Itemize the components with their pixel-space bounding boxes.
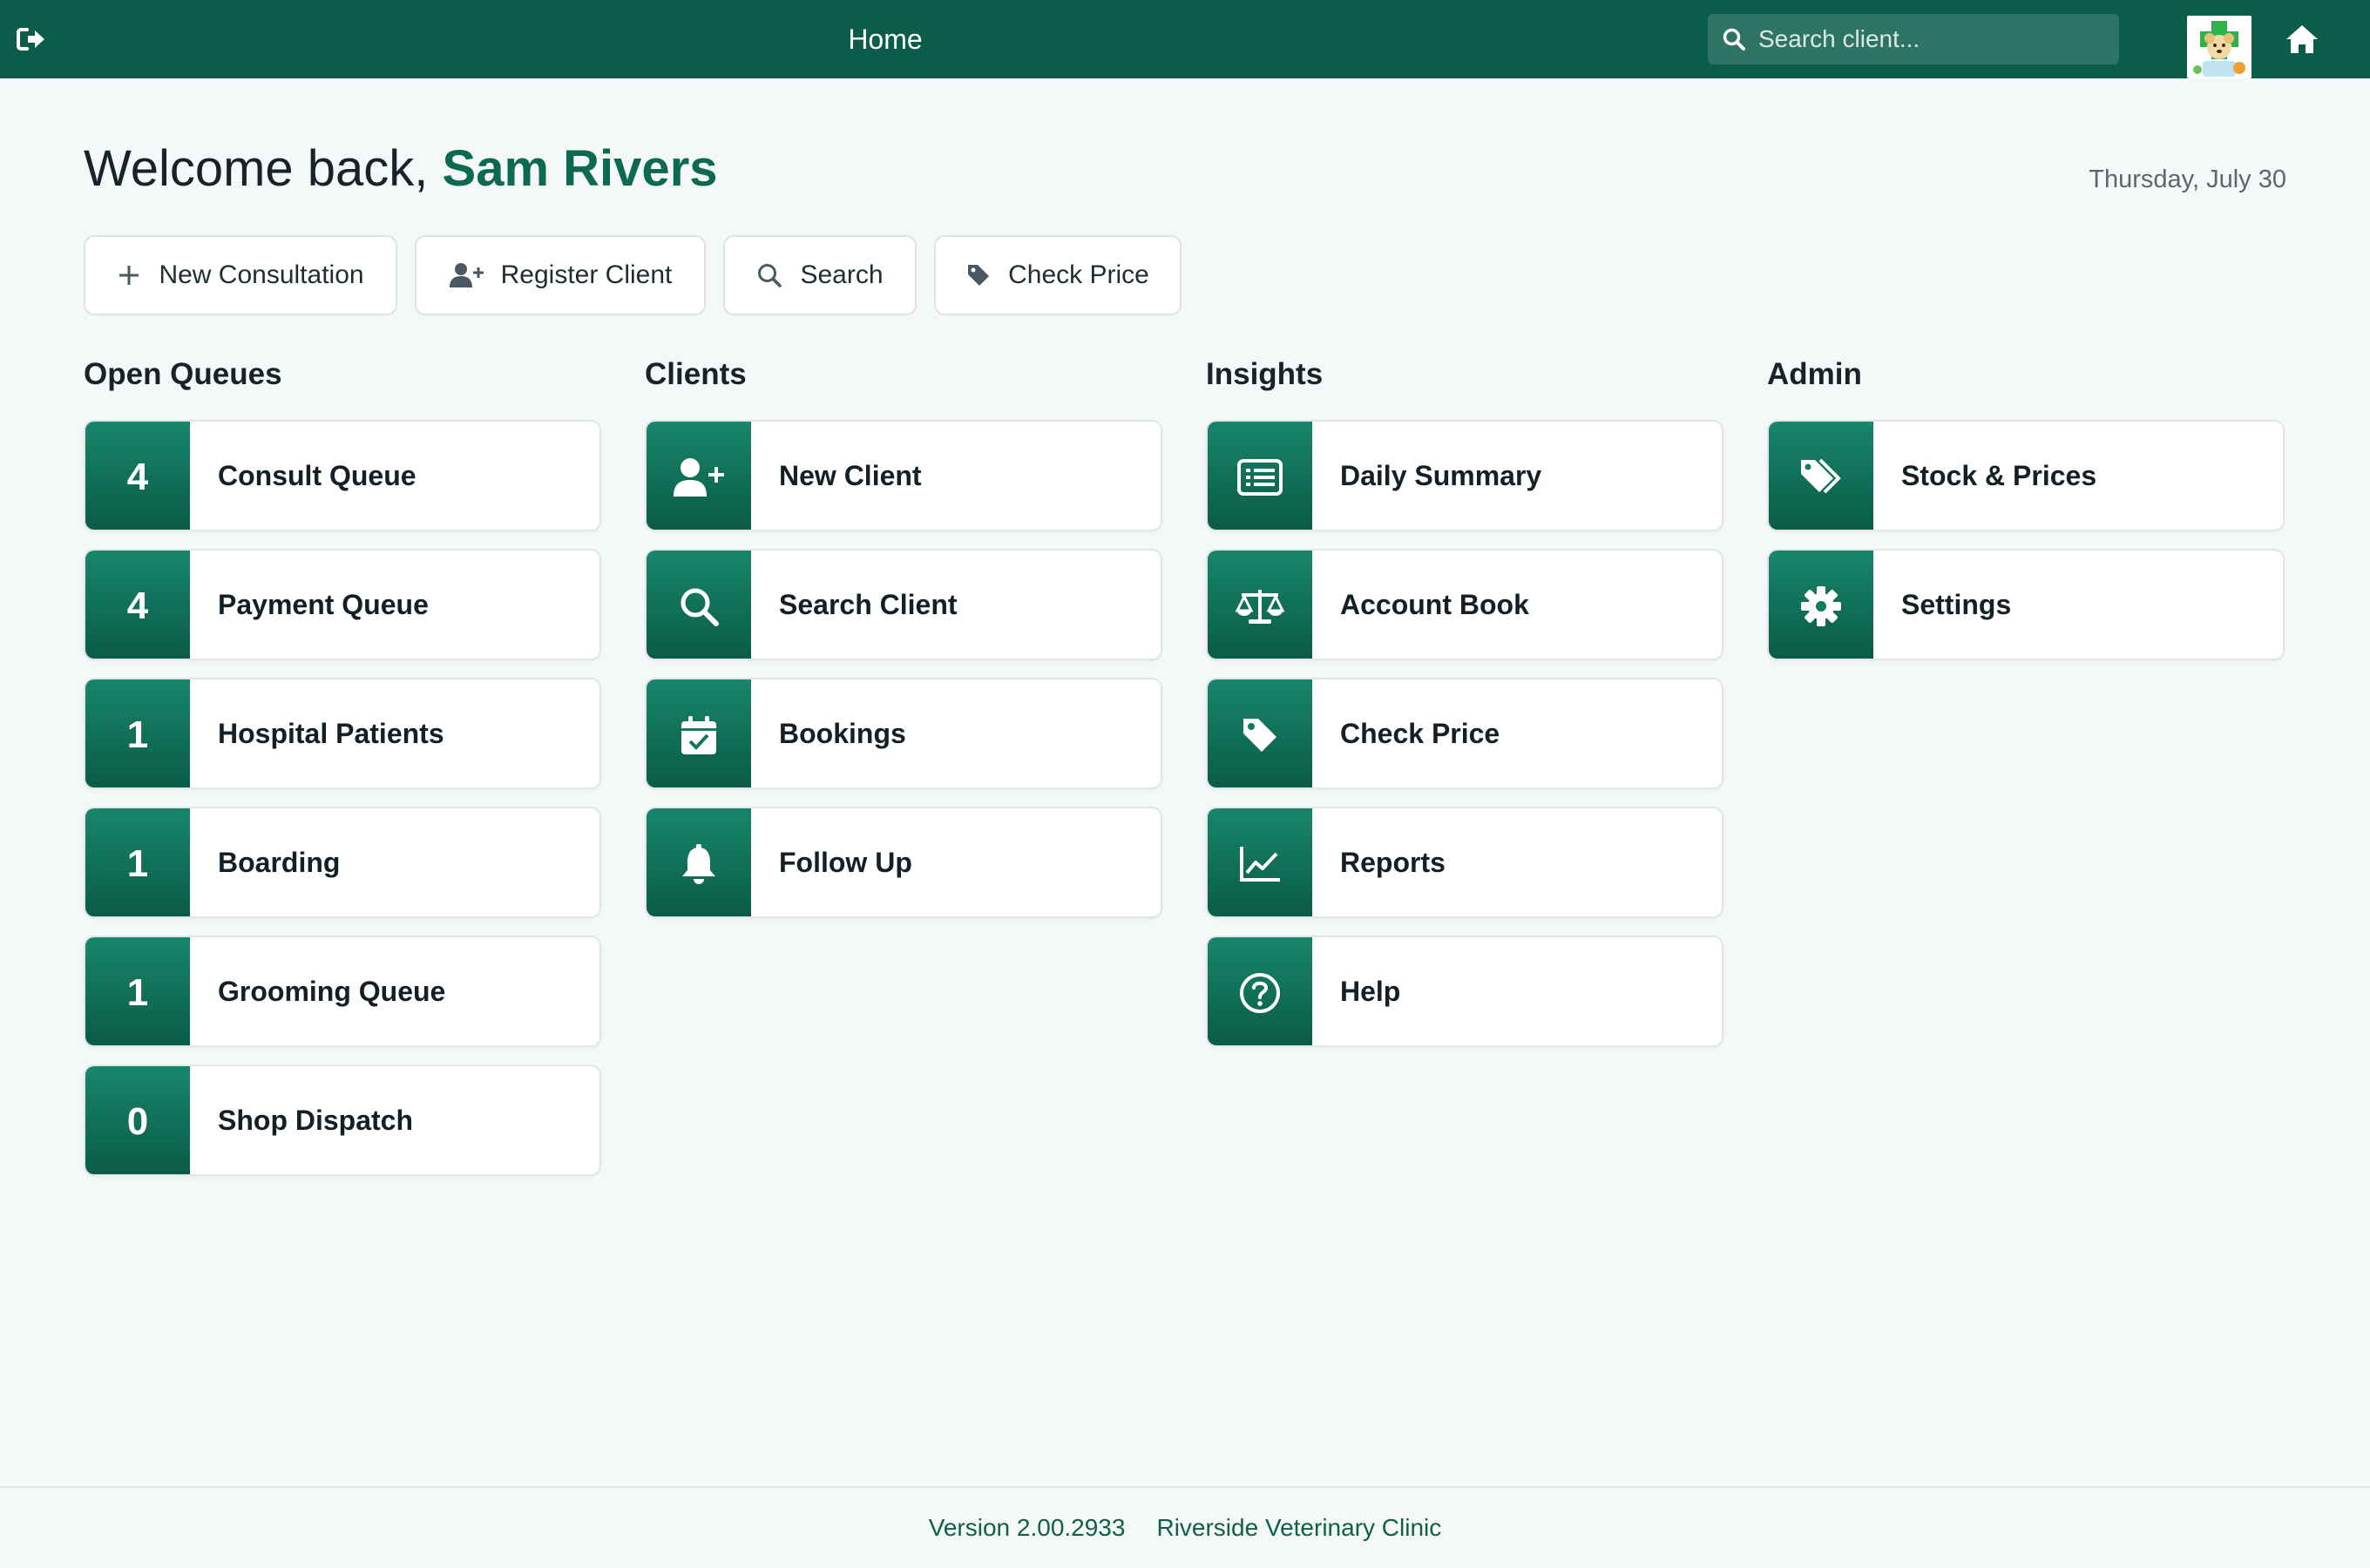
queue-count: 4 [85, 422, 190, 530]
card-label: Boarding [218, 847, 341, 878]
admin-section: Admin Stock & Prices Settings [1767, 357, 2285, 660]
top-navigation-bar: Home [0, 0, 2370, 78]
card-label: Reports [1340, 847, 1446, 878]
reports-card[interactable]: Reports [1206, 807, 1723, 918]
register-client-label: Register Client [500, 260, 673, 289]
user-name: Sam Rivers [442, 140, 718, 197]
home-icon[interactable] [2285, 23, 2319, 56]
daily-summary-card[interactable]: Daily Summary [1206, 420, 1723, 531]
bookings-card[interactable]: Bookings [645, 678, 1162, 789]
welcome-greeting: Welcome back, [84, 140, 429, 197]
search-icon [758, 264, 782, 287]
plus-icon [119, 266, 139, 285]
hospital-patients-card[interactable]: 1 Hospital Patients [84, 678, 601, 789]
queue-count: 4 [85, 551, 190, 659]
search-client-card[interactable]: Search Client [645, 549, 1162, 660]
bell-icon [647, 808, 751, 916]
shop-dispatch-card[interactable]: 0 Shop Dispatch [84, 1064, 601, 1176]
card-label: Account Book [1340, 589, 1529, 620]
card-label: Help [1340, 976, 1401, 1007]
section-title: Open Queues [84, 357, 282, 391]
version-text: Version 2.00.2933 [928, 1514, 1126, 1541]
current-date: Thursday, July 30 [2089, 166, 2286, 193]
search-button[interactable]: Search [723, 235, 917, 315]
search-label: Search [800, 260, 884, 289]
clinic-logo[interactable] [2187, 16, 2252, 78]
card-label: Check Price [1340, 718, 1500, 749]
new-consultation-label: New Consultation [159, 260, 364, 289]
settings-card[interactable]: Settings [1767, 549, 2285, 660]
insights-section: Insights Daily Summary Account Book Chec… [1206, 357, 1723, 1047]
card-label: Shop Dispatch [218, 1105, 414, 1136]
clients-section: Clients New Client Search Client Booking… [645, 357, 1162, 918]
queue-count: 1 [85, 808, 190, 916]
card-label: Consult Queue [218, 460, 416, 491]
stock-prices-card[interactable]: Stock & Prices [1767, 420, 2285, 531]
tag-icon [1208, 679, 1312, 787]
payment-queue-card[interactable]: 4 Payment Queue [84, 549, 601, 660]
open-queues-section: Open Queues 4 Consult Queue 4 Payment Qu… [84, 357, 601, 1176]
client-search-input[interactable] [1758, 25, 2098, 53]
card-label: Hospital Patients [218, 718, 444, 749]
search-icon [1723, 28, 1745, 51]
new-consultation-button[interactable]: New Consultation [84, 235, 397, 315]
new-client-card[interactable]: New Client [645, 420, 1162, 531]
card-label: Stock & Prices [1901, 460, 2097, 491]
list-icon [1208, 422, 1312, 530]
queue-count: 0 [85, 1066, 190, 1174]
footer: Version 2.00.2933 Riverside Veterinary C… [0, 1486, 2370, 1568]
check-price-label: Check Price [1008, 260, 1149, 289]
card-label: Settings [1901, 589, 2012, 620]
user-plus-icon [449, 263, 484, 287]
card-label: Bookings [779, 718, 906, 749]
page-title: Home [848, 24, 923, 55]
scale-icon [1208, 551, 1312, 659]
calendar-check-icon [647, 679, 751, 787]
boarding-card[interactable]: 1 Boarding [84, 807, 601, 918]
clinic-name: Riverside Veterinary Clinic [1156, 1514, 1442, 1541]
section-title: Clients [645, 357, 747, 391]
queue-count: 1 [85, 937, 190, 1045]
tag-icon [968, 265, 990, 286]
card-label: Follow Up [779, 847, 912, 878]
card-label: New Client [779, 460, 922, 491]
register-client-button[interactable]: Register Client [415, 235, 706, 315]
section-title: Admin [1767, 357, 1862, 391]
card-label: Payment Queue [218, 589, 429, 620]
tags-icon [1769, 422, 1873, 530]
card-label: Grooming Queue [218, 976, 446, 1007]
help-card[interactable]: Help [1206, 936, 1723, 1047]
follow-up-card[interactable]: Follow Up [645, 807, 1162, 918]
gear-icon [1769, 551, 1873, 659]
client-search-box[interactable] [1708, 14, 2119, 64]
check-price-card[interactable]: Check Price [1206, 678, 1723, 789]
search-icon [647, 551, 751, 659]
queue-count: 1 [85, 679, 190, 787]
welcome-heading: Welcome back, Sam Rivers [84, 139, 718, 198]
chart-line-icon [1208, 808, 1312, 916]
consult-queue-card[interactable]: 4 Consult Queue [84, 420, 601, 531]
grooming-queue-card[interactable]: 1 Grooming Queue [84, 936, 601, 1047]
check-price-button[interactable]: Check Price [934, 235, 1182, 315]
card-label: Daily Summary [1340, 460, 1542, 491]
user-plus-icon [647, 422, 751, 530]
account-book-card[interactable]: Account Book [1206, 549, 1723, 660]
card-label: Search Client [779, 589, 958, 620]
section-title: Insights [1206, 357, 1324, 391]
question-circle-icon [1208, 937, 1312, 1045]
